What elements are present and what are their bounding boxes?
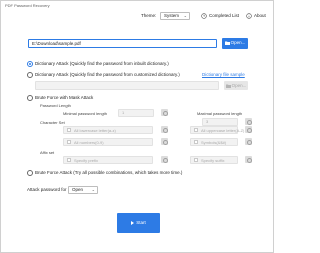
character-set-label: Character Set	[40, 120, 65, 125]
charset-symbols-box[interactable]: Symbols(&$#)	[190, 138, 238, 146]
charset-uppercase-spinner[interactable]	[245, 126, 252, 133]
charset-uppercase-label: All uppercase letter(A-Z)	[201, 128, 245, 133]
charset-numbers-label: All numbers(0-9)	[74, 140, 104, 145]
charset-symbols-spinner[interactable]	[245, 138, 252, 145]
charset-symbols-label: Symbols(&$#)	[201, 140, 227, 145]
max-length-spinner[interactable]	[245, 118, 252, 125]
folder-icon	[225, 84, 231, 88]
charset-lowercase-spinner[interactable]	[161, 126, 168, 133]
dictionary-custom-label: Dictionary Attack (Quickly find the pass…	[35, 72, 180, 77]
file-path-input[interactable]: E:\Download\sample.pdf	[28, 39, 217, 48]
chevron-down-icon: ⌄	[183, 13, 187, 18]
charset-numbers-box[interactable]: All numbers(0-9)	[63, 138, 153, 146]
brute-force-mask-label: Brute Force with Mask Attack	[35, 95, 94, 100]
suffix-placeholder: Specify suffix	[201, 158, 225, 163]
charset-numbers-spinner[interactable]	[161, 138, 168, 145]
prefix-placeholder: Specify prefix	[74, 158, 99, 163]
min-length-value: 1	[122, 110, 125, 115]
dictionary-inbuilt-label: Dictionary Attack (Quickly find the pass…	[35, 61, 169, 66]
app-window: PDF Password Recovery Theme: System ⌄ Co…	[0, 0, 274, 253]
open-file-button[interactable]: Open...	[222, 38, 248, 49]
theme-select[interactable]: System ⌄	[160, 12, 190, 20]
charset-lowercase-box[interactable]: All lowercase letter(a-z)	[63, 126, 153, 134]
theme-label: Theme:	[141, 13, 157, 18]
start-label: Start	[136, 220, 146, 225]
charset-numbers-checkbox[interactable]	[67, 140, 71, 144]
min-length-label: Minimal password length	[63, 111, 108, 116]
suffix-spinner[interactable]	[245, 156, 252, 163]
dictionary-open-label: Open...	[231, 83, 247, 88]
completed-list-button[interactable]: Completed List	[201, 12, 241, 20]
info-icon	[246, 13, 252, 19]
max-length-input[interactable]: 3	[202, 118, 238, 126]
dictionary-file-input[interactable]	[35, 81, 219, 90]
affix-set-label: Affix set	[40, 150, 55, 155]
theme-select-value: System	[164, 13, 180, 18]
radio-brute-force-mask[interactable]	[27, 95, 33, 101]
suffix-box[interactable]: Specify suffix	[190, 156, 238, 164]
window-title: PDF Password Recovery	[5, 3, 50, 8]
open-file-label: Open...	[230, 40, 246, 45]
start-button[interactable]: Start	[117, 213, 160, 233]
min-length-input[interactable]: 1	[118, 109, 154, 117]
charset-symbols-checkbox[interactable]	[194, 140, 198, 144]
dictionary-open-button[interactable]: Open...	[224, 81, 248, 90]
prefix-checkbox[interactable]	[67, 158, 71, 162]
attack-for-value: Open	[72, 187, 84, 192]
radio-brute-force[interactable]	[27, 170, 33, 176]
charset-uppercase-checkbox[interactable]	[194, 128, 198, 132]
chevron-down-icon: ⌄	[91, 187, 95, 192]
max-length-value: 3	[206, 119, 209, 124]
charset-lowercase-label: All lowercase letter(a-z)	[74, 128, 116, 133]
password-length-label: Password Length	[40, 103, 71, 108]
play-icon	[131, 220, 135, 225]
max-length-label: Maximal password length	[197, 111, 243, 116]
radio-dictionary-custom[interactable]	[27, 72, 33, 78]
prefix-spinner[interactable]	[161, 156, 168, 163]
folder-icon	[224, 41, 230, 45]
dictionary-file-sample-link[interactable]: Dictionary file sample	[202, 72, 245, 78]
min-length-spinner[interactable]	[161, 109, 168, 116]
charset-lowercase-checkbox[interactable]	[67, 128, 71, 132]
suffix-checkbox[interactable]	[194, 158, 198, 162]
prefix-box[interactable]: Specify prefix	[63, 156, 153, 164]
brute-force-label: Brute Force Attack (Try all possible com…	[35, 170, 183, 175]
charset-uppercase-box[interactable]: All uppercase letter(A-Z)	[190, 126, 244, 134]
completed-list-label: Completed List	[209, 13, 240, 18]
file-path-value: E:\Download\sample.pdf	[32, 41, 81, 46]
about-label: About	[254, 13, 266, 18]
radio-dictionary-inbuilt[interactable]	[27, 61, 33, 67]
about-button[interactable]: About	[246, 12, 271, 20]
attack-for-select[interactable]: Open ⌄	[68, 186, 98, 194]
history-icon	[201, 13, 207, 19]
attack-for-label: Attack password for	[27, 187, 67, 192]
